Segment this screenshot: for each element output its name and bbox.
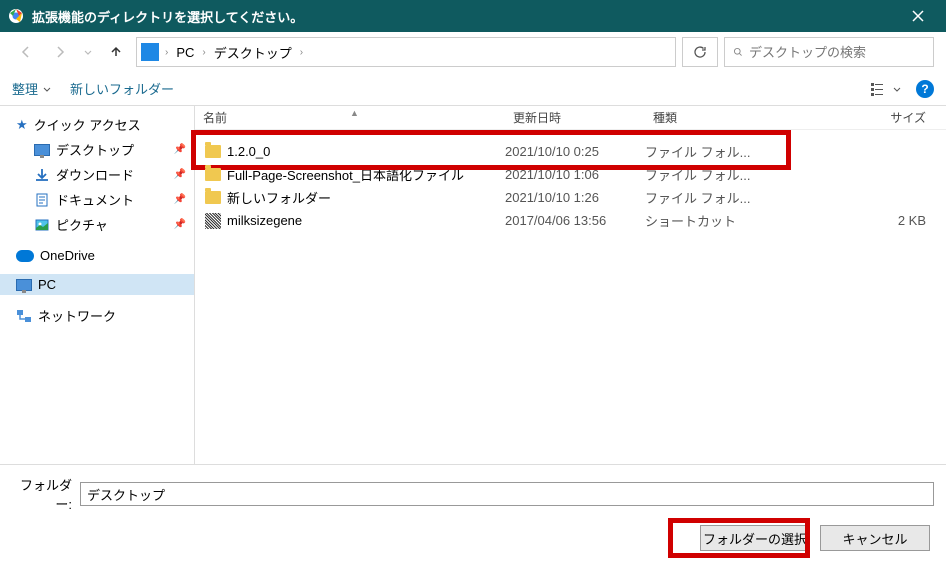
sidebar: ★ クイック アクセス デスクトップ 📌 ダウンロード 📌 ドキュメント 📌 ピ… <box>0 106 195 464</box>
refresh-button[interactable] <box>682 37 718 67</box>
pc-icon <box>16 279 32 291</box>
back-button[interactable] <box>12 38 40 66</box>
sort-indicator-icon: ▲ <box>350 108 359 118</box>
sidebar-onedrive[interactable]: OneDrive <box>0 245 194 266</box>
sidebar-pc[interactable]: PC <box>0 274 194 295</box>
column-date[interactable]: 更新日時 <box>505 109 645 126</box>
sidebar-item-documents[interactable]: ドキュメント 📌 <box>0 187 194 212</box>
search-icon <box>733 45 743 59</box>
columns-header: 名前 ▲ 更新日時 種類 サイズ <box>195 106 946 130</box>
close-button[interactable] <box>898 0 938 32</box>
chevron-right-icon: › <box>202 47 205 58</box>
sidebar-network[interactable]: ネットワーク <box>0 303 194 328</box>
nav-row: › PC › デスクトップ › <box>0 32 946 72</box>
onedrive-icon <box>16 250 34 262</box>
folder-icon <box>205 168 221 181</box>
search-input[interactable] <box>749 45 925 60</box>
shortcut-icon <box>205 213 221 229</box>
up-button[interactable] <box>102 38 130 66</box>
view-options-button[interactable] <box>870 82 902 96</box>
folder-icon <box>205 145 221 158</box>
recent-dropdown-button[interactable] <box>80 38 96 66</box>
search-box[interactable] <box>724 37 934 67</box>
desktop-icon <box>34 144 50 156</box>
path-segment-pc[interactable]: PC <box>172 43 198 62</box>
dialog-title: 拡張機能のディレクトリを選択してください。 <box>32 7 898 26</box>
pin-icon: 📌 <box>174 219 186 230</box>
chevron-down-icon <box>892 84 902 94</box>
file-list: 1.2.0_0 2021/10/10 0:25 ファイル フォル... Full… <box>195 130 946 464</box>
network-icon <box>16 308 32 324</box>
select-folder-button[interactable]: フォルダーの選択 <box>700 525 810 551</box>
chevron-down-icon <box>42 84 52 94</box>
new-folder-button[interactable]: 新しいフォルダー <box>70 79 174 98</box>
pin-icon: 📌 <box>174 194 186 205</box>
titlebar: 拡張機能のディレクトリを選択してください。 <box>0 0 946 32</box>
file-row[interactable]: Full-Page-Screenshot_日本語化ファイル 2021/10/10… <box>195 163 946 186</box>
chevron-right-icon: › <box>300 47 303 58</box>
pictures-icon <box>34 217 50 233</box>
forward-button[interactable] <box>46 38 74 66</box>
column-size[interactable]: サイズ <box>775 109 946 126</box>
body-area: ★ クイック アクセス デスクトップ 📌 ダウンロード 📌 ドキュメント 📌 ピ… <box>0 106 946 464</box>
pin-icon: 📌 <box>174 169 186 180</box>
path-segment-desktop[interactable]: デスクトップ <box>210 41 296 64</box>
toolbar: 整理 新しいフォルダー ? <box>0 72 946 106</box>
organize-menu[interactable]: 整理 <box>12 79 52 98</box>
sidebar-item-downloads[interactable]: ダウンロード 📌 <box>0 162 194 187</box>
folder-icon <box>205 191 221 204</box>
file-row[interactable]: 1.2.0_0 2021/10/10 0:25 ファイル フォル... <box>195 140 946 163</box>
chrome-icon <box>8 8 24 24</box>
footer: フォルダー: フォルダーの選択 キャンセル <box>0 464 946 561</box>
folder-name-input[interactable] <box>80 482 934 506</box>
sidebar-quick-access[interactable]: ★ クイック アクセス <box>0 112 194 137</box>
file-row[interactable]: milksizegene 2017/04/06 13:56 ショートカット 2 … <box>195 209 946 232</box>
column-type[interactable]: 種類 <box>645 109 775 126</box>
sidebar-item-pictures[interactable]: ピクチャ 📌 <box>0 212 194 237</box>
chevron-right-icon: › <box>165 47 168 58</box>
help-button[interactable]: ? <box>916 80 934 98</box>
pin-icon: 📌 <box>174 144 186 155</box>
file-area: 名前 ▲ 更新日時 種類 サイズ 1.2.0_0 2021/10/10 0:25… <box>195 106 946 464</box>
path-bar[interactable]: › PC › デスクトップ › <box>136 37 676 67</box>
cancel-button[interactable]: キャンセル <box>820 525 930 551</box>
monitor-icon <box>141 43 159 61</box>
download-icon <box>34 167 50 183</box>
document-icon <box>34 192 50 208</box>
star-icon: ★ <box>16 117 28 133</box>
file-row[interactable]: 新しいフォルダー 2021/10/10 1:26 ファイル フォル... <box>195 186 946 209</box>
folder-label: フォルダー: <box>12 475 72 513</box>
sidebar-item-desktop[interactable]: デスクトップ 📌 <box>0 137 194 162</box>
